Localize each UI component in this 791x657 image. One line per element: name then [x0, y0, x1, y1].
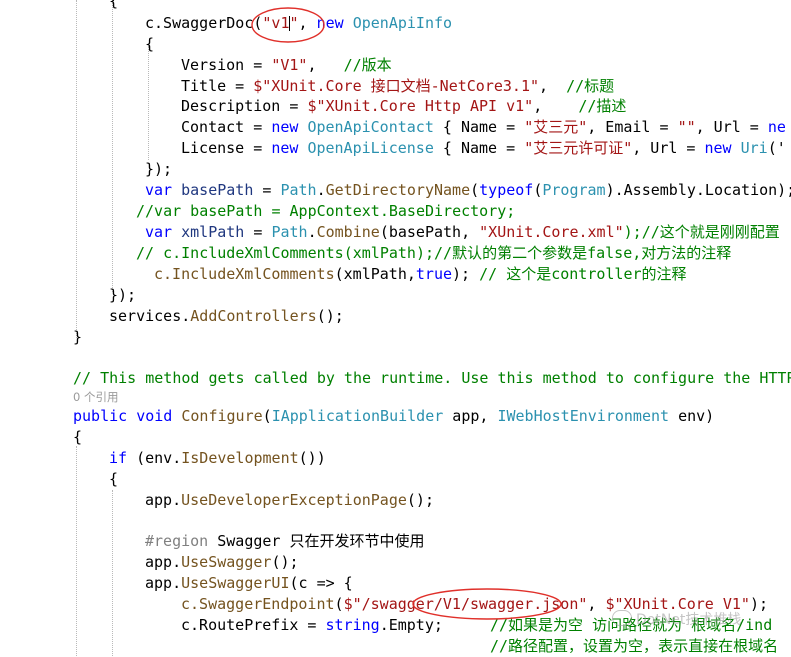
codelens-references[interactable]: 0 个引用 [73, 387, 118, 405]
code-line[interactable]: // c.IncludeXmlComments(xmlPath);//默认的第二… [136, 243, 731, 264]
v1-arg: "v1" [262, 14, 299, 32]
code-line[interactable]: { [109, 0, 118, 12]
wechat-icon [612, 610, 632, 626]
indent-guide [76, 0, 77, 338]
code-comment[interactable]: //路径配置，设置为空，表示直接在根域名 [490, 636, 778, 657]
code-line[interactable]: c.SwaggerDoc("v1", new OpenApiInfo [145, 13, 452, 34]
indent-guide [112, 490, 113, 656]
code-line[interactable]: Version = "V1", //版本 [181, 55, 392, 76]
brace: { [109, 0, 119, 10]
code-editor[interactable]: { c.SwaggerDoc("v1", new OpenApiInfo { V… [0, 0, 791, 656]
code-line[interactable]: // This method gets called by the runtim… [73, 368, 791, 389]
code-line[interactable]: app.UseSwagger(); [145, 552, 299, 573]
code-line[interactable]: var basePath = Path.GetDirectoryName(typ… [145, 180, 791, 201]
code-line[interactable]: #region Swagger 只在开发环节中使用 [145, 531, 425, 552]
code-line[interactable]: { [145, 34, 154, 55]
code-line[interactable]: c.RoutePrefix = string.Empty; [181, 615, 443, 636]
text-caret [289, 16, 290, 31]
code-line[interactable]: { [73, 427, 82, 448]
code-line[interactable]: } [73, 327, 82, 348]
indent-guide [112, 0, 113, 292]
code-line[interactable]: public void Configure(IApplicationBuilde… [73, 406, 714, 427]
code-line[interactable]: { [109, 469, 118, 490]
openapiinfo-type: OpenApiInfo [352, 14, 453, 32]
code-line[interactable]: var xmlPath = Path.Combine(basePath, "XU… [145, 222, 780, 243]
code-line[interactable]: c.IncludeXmlComments(xmlPath,true); // 这… [154, 264, 687, 285]
code-line[interactable]: Contact = new OpenApiContact { Name = "艾… [181, 117, 786, 138]
code-line[interactable]: }); [109, 285, 136, 306]
code-line[interactable]: if (env.IsDevelopment()) [109, 448, 326, 469]
watermark: DotNet技术堆栈 [612, 606, 791, 634]
indent-guide [76, 446, 77, 656]
swaggerdoc-call: c.SwaggerDoc [145, 14, 254, 32]
code-line[interactable]: }); [145, 159, 172, 180]
code-line[interactable]: Title = $"XUnit.Core 接口文档-NetCore3.1", /… [181, 76, 614, 97]
code-line[interactable]: app.UseDeveloperExceptionPage(); [145, 490, 434, 511]
code-line[interactable]: Description = $"XUnit.Core Http API v1",… [181, 96, 626, 117]
indent-guide [148, 46, 149, 160]
code-line[interactable]: app.UseSwaggerUI(c => { [145, 573, 353, 594]
code-line[interactable]: //var basePath = AppContext.BaseDirector… [136, 201, 515, 222]
code-line[interactable]: services.AddControllers(); [109, 306, 344, 327]
code-line[interactable]: License = new OpenApiLicense { Name = "艾… [181, 138, 786, 159]
